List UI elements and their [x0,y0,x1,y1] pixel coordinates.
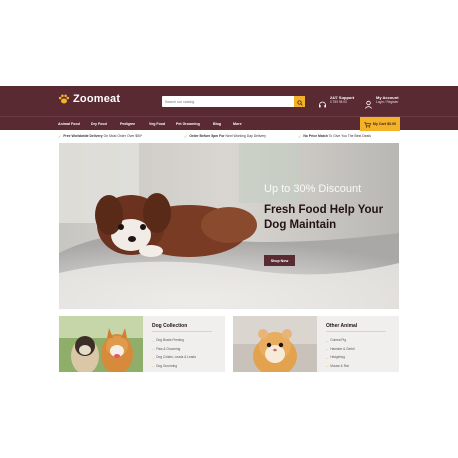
promo-strong: Free Worldwide Delivery [63,134,103,138]
check-icon: ✓ [184,133,188,139]
main-nav: Animal Food Dry Food Pedigree Veg Food P… [0,116,458,131]
nav-items: Animal Food Dry Food Pedigree Veg Food P… [58,117,253,131]
nav-item-more[interactable]: More [233,122,253,126]
site-header: Zoomeat 24/7 Support 0 789 98 00 [0,86,458,116]
brand-name: Zoomeat [73,93,121,105]
promo-rest: To Give You The Best Deals [327,134,371,138]
link-label: Mouse & Rat [330,363,349,368]
link-label: Hamster & Gerbil [330,346,355,351]
link-label: Guinea Pig [330,338,347,343]
check-icon: ✓ [298,133,302,139]
support-text: 24/7 Support 0 789 98 00 [330,95,354,105]
link-label: Hedgehog [330,355,345,360]
list-item[interactable]: – Hamster & Gerbil [326,345,355,354]
bullet-icon: – [152,337,155,343]
divider [326,331,386,332]
list-item[interactable]: – Guinea Pig [326,336,355,345]
nav-item-pedigree[interactable]: Pedigree [120,122,149,126]
check-icon: ✓ [58,133,62,139]
hero-banner: Up to 30% Discount Fresh Food Help Your … [59,143,399,309]
account-login-link[interactable]: Login / Register [376,100,399,105]
list-item[interactable]: – Hedgehog [326,353,355,362]
bullet-icon: – [326,363,329,369]
search-bar [162,96,305,107]
promo-strip: ✓ Free Worldwide Delivery On Most Order … [58,132,400,140]
bullet-icon: – [152,354,155,360]
dogs-image [59,316,143,372]
search-icon [296,93,303,111]
paw-icon [58,93,70,105]
nav-item-veg-food[interactable]: Veg Food [149,122,176,126]
promo-rest: Next Working Day Delivery [224,134,266,138]
promo-item: ✓ Order Before 5pm For Next Working Day … [184,134,266,139]
page: Zoomeat 24/7 Support 0 789 98 00 [0,0,458,458]
link-label: Dog Grooming [156,363,177,368]
link-label: Flea & Grooming [156,346,181,351]
bullet-icon: – [326,337,329,343]
logo[interactable]: Zoomeat [58,93,120,105]
cart-button[interactable]: My Cart $0.00 [360,117,400,131]
card-links: – Guinea Pig – Hamster & Gerbil – Hedgehog … [326,336,355,370]
card-title[interactable]: Other Animal [326,323,357,329]
search-input[interactable] [162,96,294,107]
promo-strong: Order Before 5pm For [189,134,225,138]
list-item[interactable]: – Dog Collars, Leads & Leads [152,353,196,362]
category-card-other-animal: Other Animal – Guinea Pig – Hamster & Gerb… [233,316,399,372]
support-phone: 0 789 98 00 [330,100,347,104]
bullet-icon: – [152,363,155,369]
list-item[interactable]: – Mouse & Rat [326,362,355,371]
nav-item-pet-grooming[interactable]: Pet Grooming [176,122,213,126]
bullet-icon: – [326,346,329,352]
user-icon [364,96,373,109]
account-block[interactable]: My Account Login / Register [364,95,399,109]
link-label: Dog Collars, Leads & Leads [156,355,196,360]
promo-item: ✓ Free Worldwide Delivery On Most Order … [58,134,142,139]
promo-strong: No Price Match [303,134,328,138]
search-button[interactable] [294,96,305,107]
cart-icon [364,115,371,133]
list-item[interactable]: – Flea & Grooming [152,345,196,354]
card-title[interactable]: Dog Collection [152,323,187,329]
nav-item-dry-food[interactable]: Dry Food [91,122,120,126]
account-text: My Account Login / Register [376,95,399,105]
card-links: – Dog Bowls Feeding – Flea & Grooming – Dog… [152,336,196,370]
cart-label: My Cart $0.00 [372,122,397,126]
divider [152,331,212,332]
link-label: Dog Bowls Feeding [156,338,184,343]
promo-rest: On Most Order Over $50* [102,134,143,138]
shop-now-button[interactable]: Shop Now [264,255,295,266]
list-item[interactable]: – Dog Bowls Feeding [152,336,196,345]
headset-icon [318,96,327,107]
banner-subtitle: Up to 30% Discount [264,183,362,195]
promo-item: ✓ No Price Match To Give You The Best De… [298,134,371,139]
list-item[interactable]: – Dog Grooming [152,362,196,371]
banner-title: Fresh Food Help Your Dog Maintain [264,204,384,231]
category-card-dog-collection: Dog Collection – Dog Bowls Feeding – Flea … [59,316,225,372]
nav-item-blog[interactable]: Blog [213,122,233,126]
bullet-icon: – [152,346,155,352]
support-block[interactable]: 24/7 Support 0 789 98 00 [318,95,354,107]
nav-item-animal-food[interactable]: Animal Food [58,122,91,126]
hamster-image [233,316,317,372]
bullet-icon: – [326,354,329,360]
